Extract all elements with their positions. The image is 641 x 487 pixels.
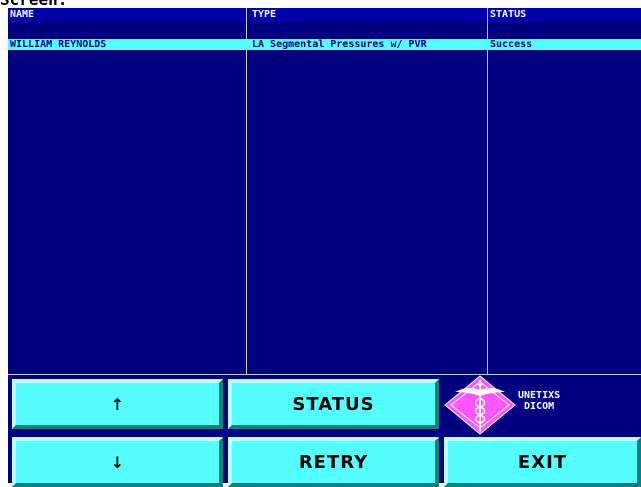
status-button-label: STATUS bbox=[292, 393, 375, 415]
retry-button[interactable]: RETRY bbox=[228, 437, 439, 487]
arrow-up-icon: ↑ bbox=[110, 394, 125, 414]
column-divider bbox=[246, 8, 247, 374]
column-header-type[interactable]: TYPE bbox=[252, 8, 276, 22]
table-row[interactable]: WILLIAM REYNOLDS LA Segmental Pressures … bbox=[8, 39, 641, 50]
logo-text: UNETIXS DICOM bbox=[518, 390, 560, 412]
column-header-name[interactable]: NAME bbox=[10, 8, 34, 22]
scroll-up-button[interactable]: ↑ bbox=[12, 379, 223, 429]
scroll-down-button[interactable]: ↓ bbox=[12, 437, 223, 487]
exit-button-label: EXIT bbox=[517, 451, 568, 473]
retry-button-label: RETRY bbox=[298, 451, 369, 473]
cell-type: LA Segmental Pressures w/ PVR bbox=[252, 39, 427, 50]
top-caption: Screen: bbox=[0, 0, 67, 8]
arrow-down-icon: ↓ bbox=[110, 452, 125, 472]
column-divider bbox=[487, 8, 488, 374]
cell-name: WILLIAM REYNOLDS bbox=[10, 39, 107, 50]
column-header-status[interactable]: STATUS bbox=[490, 8, 526, 22]
status-button[interactable]: STATUS bbox=[228, 379, 439, 429]
exit-button[interactable]: EXIT bbox=[444, 437, 641, 487]
table-header: NAME TYPE STATUS bbox=[8, 8, 641, 22]
unetixs-dicom-logo: UNETIXS DICOM bbox=[443, 374, 641, 436]
logo-text-line1: UNETIXS bbox=[518, 390, 561, 401]
logo-text-line2: DICOM bbox=[524, 401, 555, 412]
cell-status: Success bbox=[490, 39, 533, 50]
caduceus-diamond-icon bbox=[444, 375, 516, 435]
